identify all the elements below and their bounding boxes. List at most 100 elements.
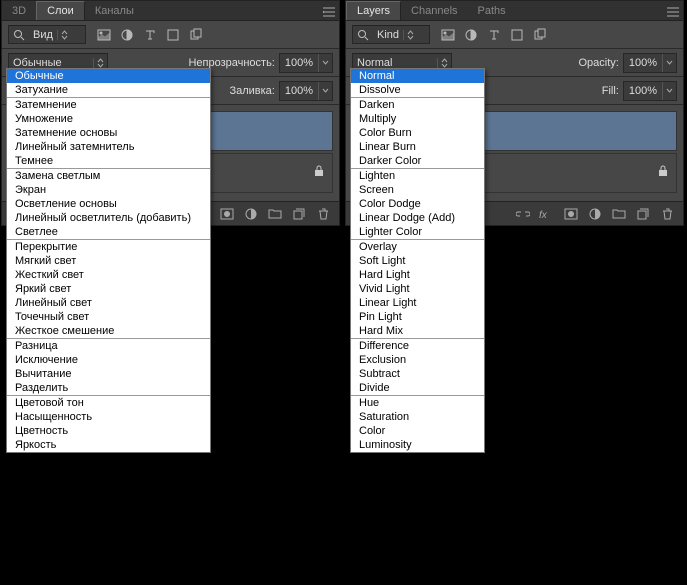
blend-option[interactable]: Обычные <box>7 69 210 83</box>
blend-mode-dropdown[interactable]: ОбычныеЗатуханиеЗатемнениеУмножениеЗатем… <box>6 68 211 453</box>
kind-filter[interactable]: Kind <box>352 25 430 44</box>
fx-icon[interactable]: fx <box>537 205 557 223</box>
opacity-field[interactable]: 100% <box>623 53 677 73</box>
adjust-filter-icon[interactable] <box>117 26 137 44</box>
panel-menu-icon[interactable] <box>321 4 337 20</box>
pixel-filter-icon[interactable] <box>438 26 458 44</box>
new-layer-icon[interactable] <box>633 205 653 223</box>
lock-icon[interactable] <box>314 164 324 182</box>
link-icon[interactable] <box>513 205 533 223</box>
blend-option[interactable]: Linear Dodge (Add) <box>351 211 484 225</box>
blend-option[interactable]: Overlay <box>351 240 484 254</box>
blend-option[interactable]: Vivid Light <box>351 282 484 296</box>
blend-option[interactable]: Яркость <box>7 438 210 452</box>
pixel-filter-icon[interactable] <box>94 26 114 44</box>
adjustment-icon[interactable] <box>585 205 605 223</box>
trash-icon[interactable] <box>313 205 333 223</box>
blend-option[interactable]: Точечный свет <box>7 310 210 324</box>
lock-icon[interactable] <box>658 164 668 182</box>
blend-option[interactable]: Pin Light <box>351 310 484 324</box>
blend-option[interactable]: Жесткий свет <box>7 268 210 282</box>
blend-option[interactable]: Linear Burn <box>351 140 484 154</box>
blend-option[interactable]: Darken <box>351 98 484 112</box>
blend-option[interactable]: Вычитание <box>7 367 210 381</box>
mask-icon[interactable] <box>217 205 237 223</box>
blend-option[interactable]: Затемнение основы <box>7 126 210 140</box>
blend-option[interactable]: Dissolve <box>351 83 484 97</box>
blend-option[interactable]: Линейный затемнитель <box>7 140 210 154</box>
mask-icon[interactable] <box>561 205 581 223</box>
tab-layers[interactable]: Layers <box>346 1 401 20</box>
smart-filter-icon[interactable] <box>186 26 206 44</box>
blend-option[interactable]: Normal <box>351 69 484 83</box>
blend-option[interactable]: Divide <box>351 381 484 395</box>
blend-option[interactable]: Затухание <box>7 83 210 97</box>
opacity-field[interactable]: 100% <box>279 53 333 73</box>
blend-option[interactable]: Soft Light <box>351 254 484 268</box>
blend-option[interactable]: Линейный свет <box>7 296 210 310</box>
tab-3d[interactable]: 3D <box>2 2 36 20</box>
blend-option[interactable]: Lighten <box>351 169 484 183</box>
blend-option[interactable]: Hue <box>351 396 484 410</box>
trash-icon[interactable] <box>657 205 677 223</box>
folder-icon[interactable] <box>609 205 629 223</box>
blend-option[interactable]: Перекрытие <box>7 240 210 254</box>
blend-option[interactable]: Subtract <box>351 367 484 381</box>
chevron-down-icon[interactable] <box>318 54 332 72</box>
shape-filter-icon[interactable] <box>163 26 183 44</box>
tab-paths[interactable]: Paths <box>468 2 516 20</box>
blend-option[interactable]: Hard Mix <box>351 324 484 338</box>
chevrons-icon <box>403 30 417 40</box>
chevron-down-icon[interactable] <box>318 82 332 100</box>
blend-option[interactable]: Color Dodge <box>351 197 484 211</box>
blend-option[interactable]: Экран <box>7 183 210 197</box>
blend-option[interactable]: Разделить <box>7 381 210 395</box>
blend-option[interactable]: Насыщенность <box>7 410 210 424</box>
chevron-down-icon[interactable] <box>662 82 676 100</box>
blend-option[interactable]: Затемнение <box>7 98 210 112</box>
blend-option[interactable]: Темнее <box>7 154 210 168</box>
blend-option[interactable]: Hard Light <box>351 268 484 282</box>
blend-option[interactable]: Exclusion <box>351 353 484 367</box>
blend-option[interactable]: Исключение <box>7 353 210 367</box>
blend-option[interactable]: Color <box>351 424 484 438</box>
blend-option[interactable]: Цветовой тон <box>7 396 210 410</box>
chevron-down-icon[interactable] <box>662 54 676 72</box>
blend-option[interactable]: Светлее <box>7 225 210 239</box>
kind-filter[interactable]: Вид <box>8 25 86 44</box>
kind-label: Kind <box>373 29 403 41</box>
smart-filter-icon[interactable] <box>530 26 550 44</box>
fill-field[interactable]: 100% <box>623 81 677 101</box>
blend-option[interactable]: Screen <box>351 183 484 197</box>
blend-option[interactable]: Линейный осветлитель (добавить) <box>7 211 210 225</box>
blend-option[interactable]: Яркий свет <box>7 282 210 296</box>
tab-channels[interactable]: Каналы <box>85 2 144 20</box>
blend-option[interactable]: Luminosity <box>351 438 484 452</box>
folder-icon[interactable] <box>265 205 285 223</box>
adjustment-icon[interactable] <box>241 205 261 223</box>
blend-option[interactable]: Цветность <box>7 424 210 438</box>
blend-option[interactable]: Darker Color <box>351 154 484 168</box>
blend-option[interactable]: Мягкий свет <box>7 254 210 268</box>
blend-mode-dropdown[interactable]: NormalDissolveDarkenMultiplyColor BurnLi… <box>350 68 485 453</box>
blend-option[interactable]: Linear Light <box>351 296 484 310</box>
tab-layers[interactable]: Слои <box>36 1 85 20</box>
adjust-filter-icon[interactable] <box>461 26 481 44</box>
new-layer-icon[interactable] <box>289 205 309 223</box>
tab-channels[interactable]: Channels <box>401 2 467 20</box>
blend-option[interactable]: Multiply <box>351 112 484 126</box>
blend-option[interactable]: Жесткое смешение <box>7 324 210 338</box>
blend-option[interactable]: Осветление основы <box>7 197 210 211</box>
blend-option[interactable]: Saturation <box>351 410 484 424</box>
blend-option[interactable]: Замена светлым <box>7 169 210 183</box>
panel-menu-icon[interactable] <box>665 4 681 20</box>
type-filter-icon[interactable] <box>140 26 160 44</box>
blend-option[interactable]: Lighter Color <box>351 225 484 239</box>
blend-option[interactable]: Разница <box>7 339 210 353</box>
fill-field[interactable]: 100% <box>279 81 333 101</box>
blend-option[interactable]: Difference <box>351 339 484 353</box>
shape-filter-icon[interactable] <box>507 26 527 44</box>
blend-option[interactable]: Color Burn <box>351 126 484 140</box>
type-filter-icon[interactable] <box>484 26 504 44</box>
blend-option[interactable]: Умножение <box>7 112 210 126</box>
